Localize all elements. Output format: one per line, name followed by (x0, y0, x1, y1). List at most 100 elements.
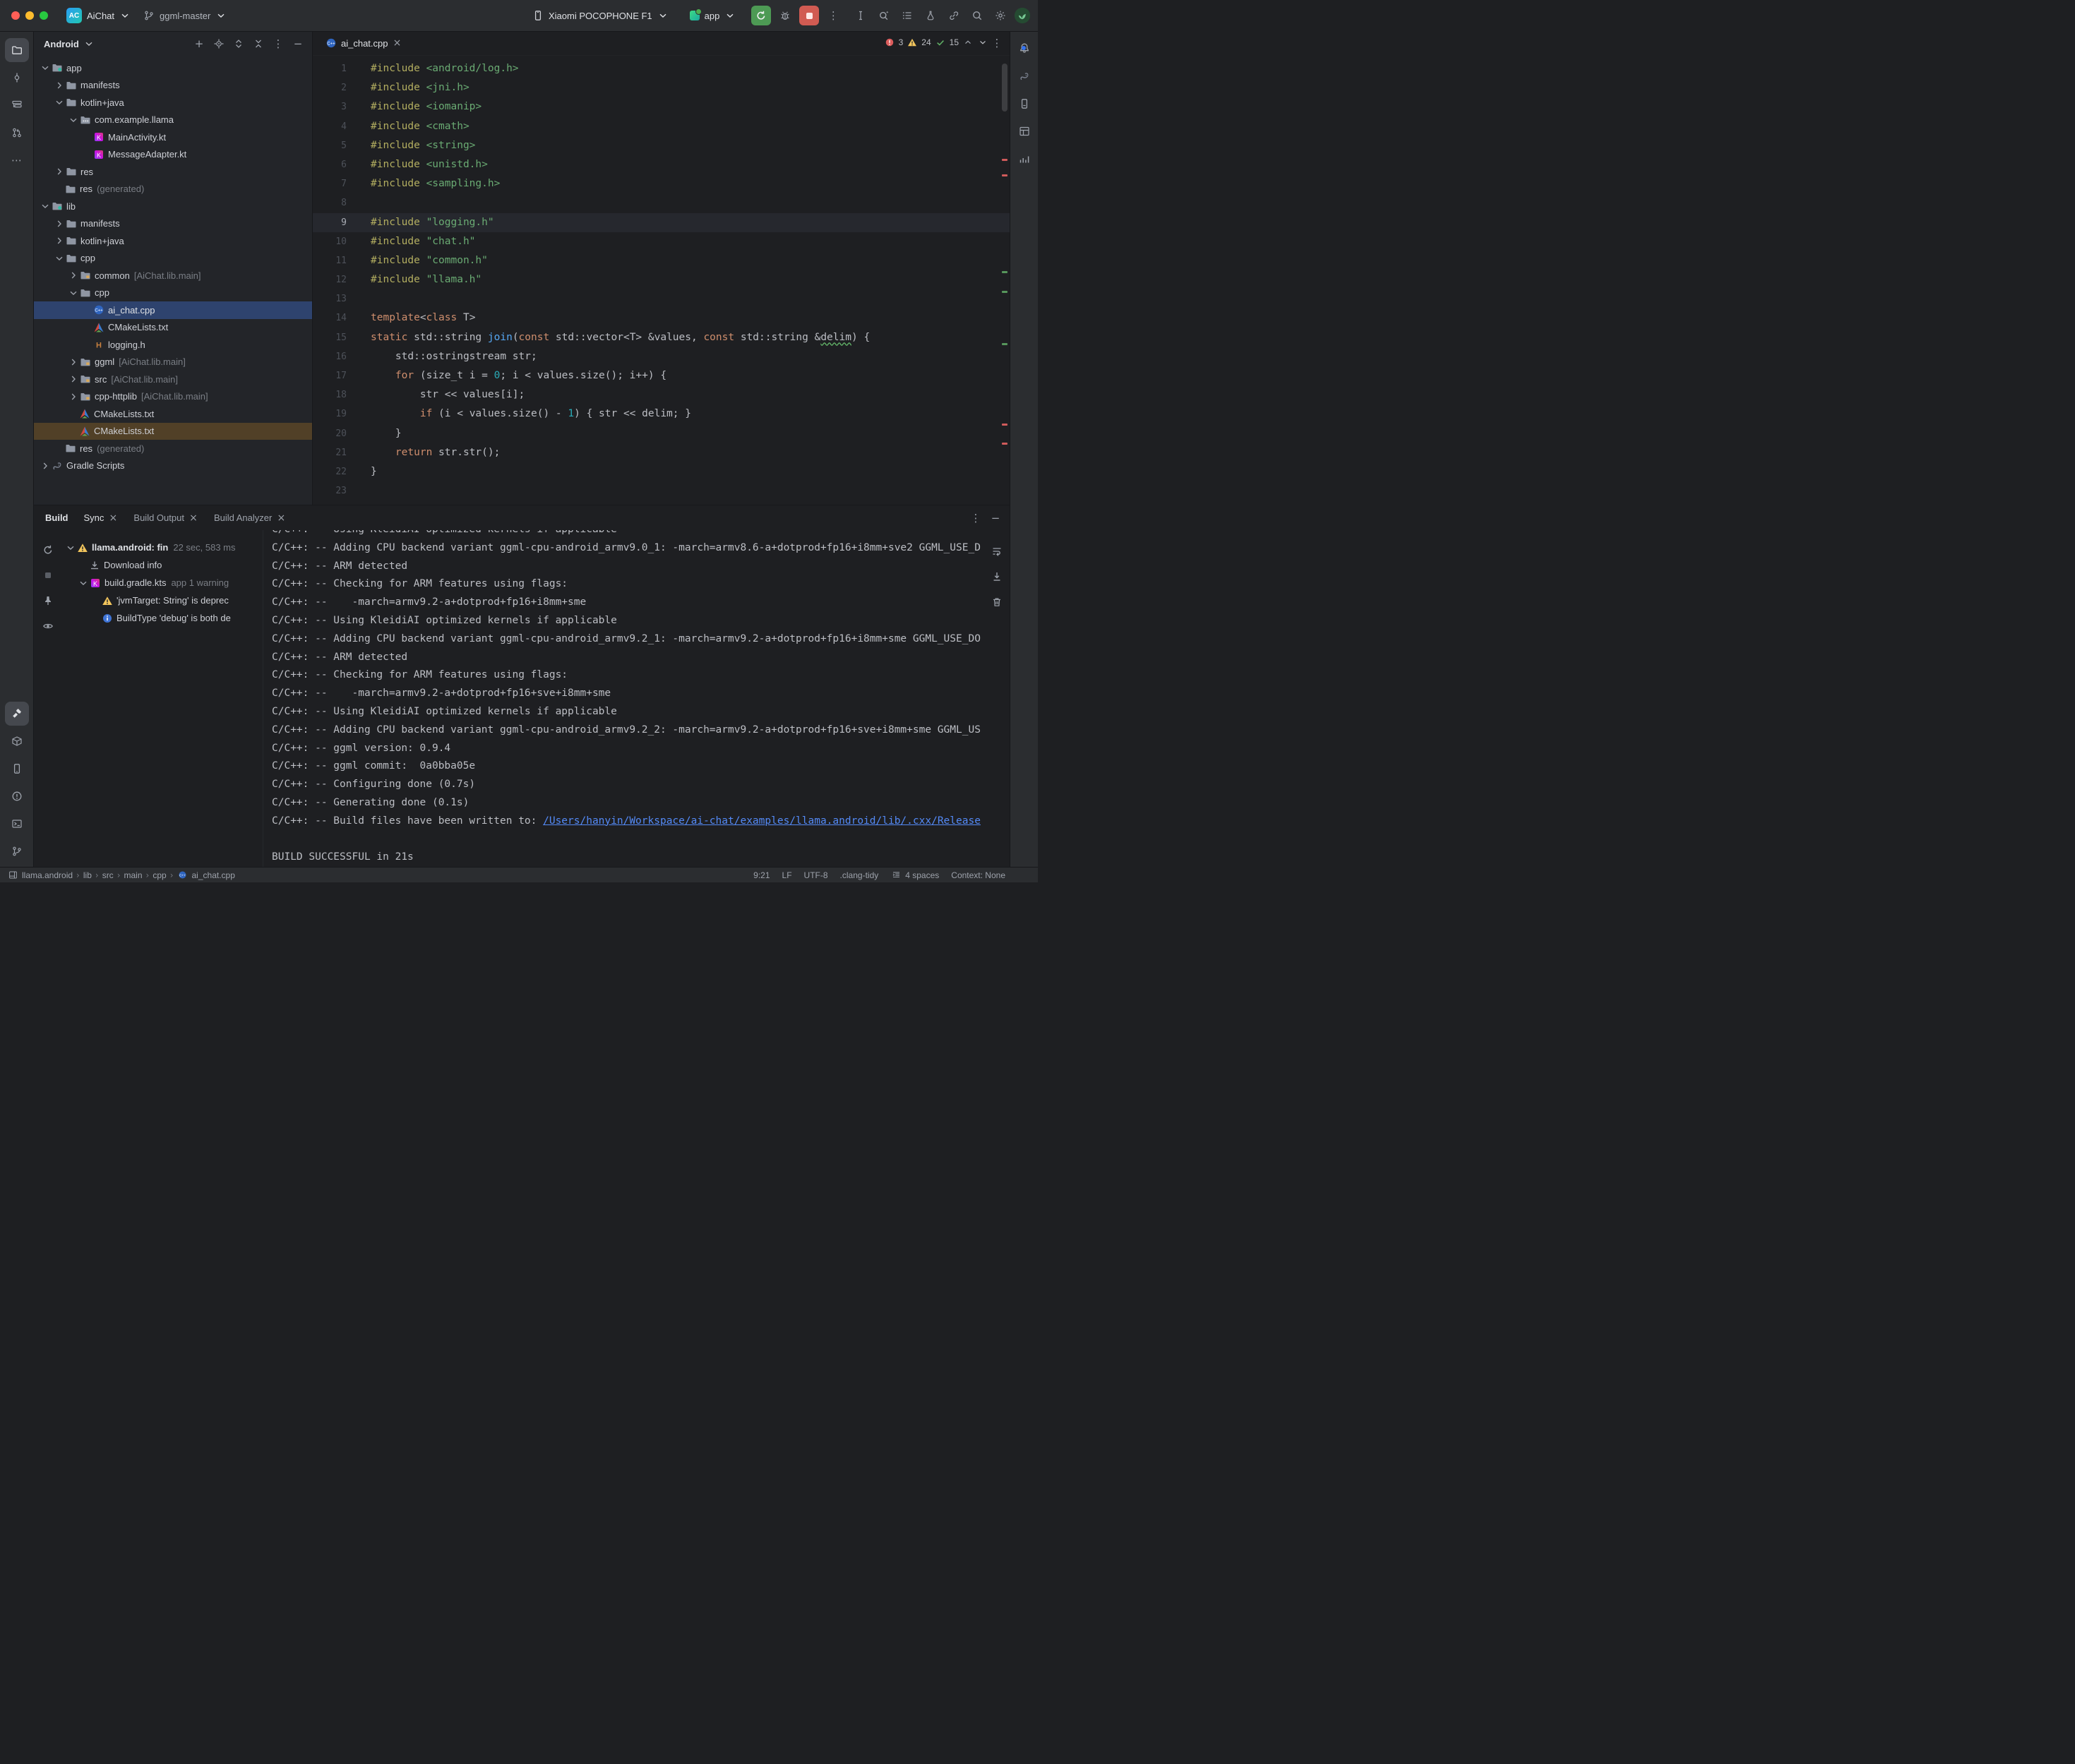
build-console[interactable]: C/C++: -- Using KleidiAI optimized kerne… (263, 530, 1010, 867)
build-tab-build-output[interactable]: Build Output× (133, 512, 198, 524)
minimize-window-button[interactable] (25, 11, 34, 20)
hide-panel-icon[interactable]: − (990, 512, 1001, 524)
build-tab-build-analyzer[interactable]: Build Analyzer× (214, 512, 286, 524)
stop-gray-button[interactable] (40, 567, 56, 584)
plus-button[interactable]: + (191, 35, 208, 52)
device-selector[interactable]: Xiaomi POCOPHONE F1 (527, 7, 674, 24)
build-tree-item-download-info[interactable]: Download info (62, 556, 263, 574)
tree-item-kotlin-java[interactable]: kotlin+java (34, 94, 312, 112)
pin-button[interactable] (40, 592, 56, 609)
tool-button-branch[interactable] (5, 839, 29, 863)
expand-all-button[interactable] (230, 35, 247, 52)
status-clang-tidy[interactable]: .clang-tidy (840, 870, 879, 880)
tool-button-packages[interactable] (5, 729, 29, 753)
breadcrumb-item-llama-android[interactable]: llama.android (22, 870, 73, 880)
run-config-selector[interactable]: app (684, 7, 742, 24)
tree-item-ggml[interactable]: ggml[AiChat.lib.main] (34, 354, 312, 371)
tree-item-gradle-scripts[interactable]: Gradle Scripts (34, 457, 312, 475)
build-tree-item-llama-android-fin[interactable]: llama.android: fin22 sec, 583 ms (62, 539, 263, 556)
tree-item-cmakelists-txt[interactable]: CMakeLists.txt (34, 319, 312, 337)
tool-button-terminal[interactable] (5, 812, 29, 836)
collapse-all-button[interactable] (250, 35, 267, 52)
tree-item-res[interactable]: res(generated) (34, 440, 312, 457)
tree-item-src[interactable]: src[AiChat.lib.main] (34, 371, 312, 388)
breadcrumb-item-src[interactable]: src (102, 870, 114, 880)
trash-button[interactable] (988, 594, 1005, 611)
tree-item-kotlin-java[interactable]: kotlin+java (34, 232, 312, 250)
tool-button-gradle[interactable] (1012, 64, 1036, 88)
close-icon[interactable]: × (189, 512, 198, 524)
tool-button-problems[interactable] (5, 784, 29, 808)
more-v-button[interactable]: ⋮ (270, 35, 287, 52)
breadcrumb-item-lib[interactable]: lib (83, 870, 92, 880)
branch-selector[interactable]: ggml-master (138, 7, 232, 24)
soft-wrap-button[interactable] (988, 543, 1005, 560)
tool-button-pull-request[interactable] (5, 121, 29, 145)
tool-button-bell[interactable] (1012, 37, 1036, 61)
tree-item-cpp-httplib[interactable]: cpp-httplib[AiChat.lib.main] (34, 388, 312, 406)
flask-button[interactable] (921, 6, 940, 25)
inspections-widget[interactable]: 3 24 15 (884, 37, 988, 48)
tool-button-device-manager[interactable] (5, 757, 29, 781)
build-tree-item-buildtype-debug-is-both-de[interactable]: BuildType 'debug' is both de (62, 609, 263, 627)
tree-item-mainactivity-kt[interactable]: KMainActivity.kt (34, 128, 312, 146)
zoom-window-button[interactable] (40, 11, 48, 20)
status-lf[interactable]: LF (782, 870, 792, 880)
hide-button[interactable]: − (289, 35, 306, 52)
tool-button-layout-inspector[interactable] (1012, 119, 1036, 143)
more-vertical-icon[interactable]: ⋮ (991, 37, 1003, 49)
tree-item-com-example-llama[interactable]: com.example.llama (34, 112, 312, 129)
tree-item-cmakelists-txt[interactable]: CMakeLists.txt (34, 423, 312, 440)
user-avatar[interactable] (1014, 7, 1031, 24)
breadcrumb-item-main[interactable]: main (124, 870, 143, 880)
tool-button-hammer[interactable] (5, 702, 29, 726)
tree-item-manifests[interactable]: manifests (34, 77, 312, 95)
breadcrumb-item-cpp[interactable]: cpp (153, 870, 166, 880)
more-vertical-icon[interactable]: ⋮ (970, 512, 981, 524)
tree-item-res[interactable]: res (34, 163, 312, 181)
rerun-button[interactable] (751, 6, 771, 25)
tool-button-device-explorer[interactable] (1012, 92, 1036, 116)
layout-icon[interactable] (7, 870, 18, 881)
more-run-actions-button[interactable]: ⋮ (823, 6, 843, 25)
build-tree-item-build-gradle-kts[interactable]: Kbuild.gradle.ktsapp 1 warning (62, 574, 263, 592)
tool-button-structure[interactable] (5, 93, 29, 117)
tree-item-cmakelists-txt[interactable]: CMakeLists.txt (34, 405, 312, 423)
tool-button-commit[interactable] (5, 66, 29, 90)
editor-tab-ai-chat-cpp[interactable]: C++ ai_chat.cpp × (318, 31, 409, 55)
prev-problem-icon[interactable] (962, 37, 974, 48)
tree-item-res[interactable]: res(generated) (34, 181, 312, 198)
tool-button-more-h[interactable]: ⋯ (5, 148, 29, 172)
eye-button[interactable] (40, 618, 56, 635)
tree-item-messageadapter-kt[interactable]: KMessageAdapter.kt (34, 146, 312, 164)
tree-item-manifests[interactable]: manifests (34, 215, 312, 233)
next-problem-icon[interactable] (977, 37, 988, 48)
status-context-none[interactable]: Context: None (951, 870, 1005, 880)
locate-button[interactable] (210, 35, 227, 52)
list-button[interactable] (897, 6, 917, 25)
tree-item-common[interactable]: common[AiChat.lib.main] (34, 267, 312, 284)
project-view-mode[interactable]: Android (44, 39, 79, 49)
console-file-link[interactable]: /Users/hanyin/Workspace/ai-chat/examples… (543, 815, 981, 827)
project-selector[interactable]: AC AiChat (61, 5, 136, 26)
build-tab-sync[interactable]: Sync× (84, 512, 119, 524)
tree-item-lib[interactable]: lib (34, 198, 312, 215)
tool-button-insights[interactable] (1012, 147, 1036, 171)
close-icon[interactable]: × (393, 37, 402, 49)
debug-button[interactable] (775, 6, 795, 25)
status-4-spaces[interactable]: 4 spaces (890, 870, 939, 881)
stop-button[interactable] (799, 6, 819, 25)
status-9-21[interactable]: 9:21 (753, 870, 770, 880)
tree-item-app[interactable]: app (34, 59, 312, 77)
breadcrumb-item-ai-chat-cpp[interactable]: ai_chat.cpp (192, 870, 235, 880)
tree-item-logging-h[interactable]: Hlogging.h (34, 336, 312, 354)
build-tree-item-jvmtarget-string-is-deprec[interactable]: 'jvmTarget: String' is deprec (62, 592, 263, 609)
tree-item-cpp[interactable]: cpp (34, 284, 312, 302)
scroll-end-button[interactable] (988, 568, 1005, 585)
rerun-button[interactable] (40, 541, 56, 558)
link-button[interactable] (944, 6, 964, 25)
tool-button-project-folder[interactable] (5, 38, 29, 62)
code-editor[interactable]: 1#include <android/log.h>2#include <jni.… (313, 55, 1010, 505)
close-icon[interactable]: × (276, 512, 286, 524)
status-utf-8[interactable]: UTF-8 (804, 870, 828, 880)
